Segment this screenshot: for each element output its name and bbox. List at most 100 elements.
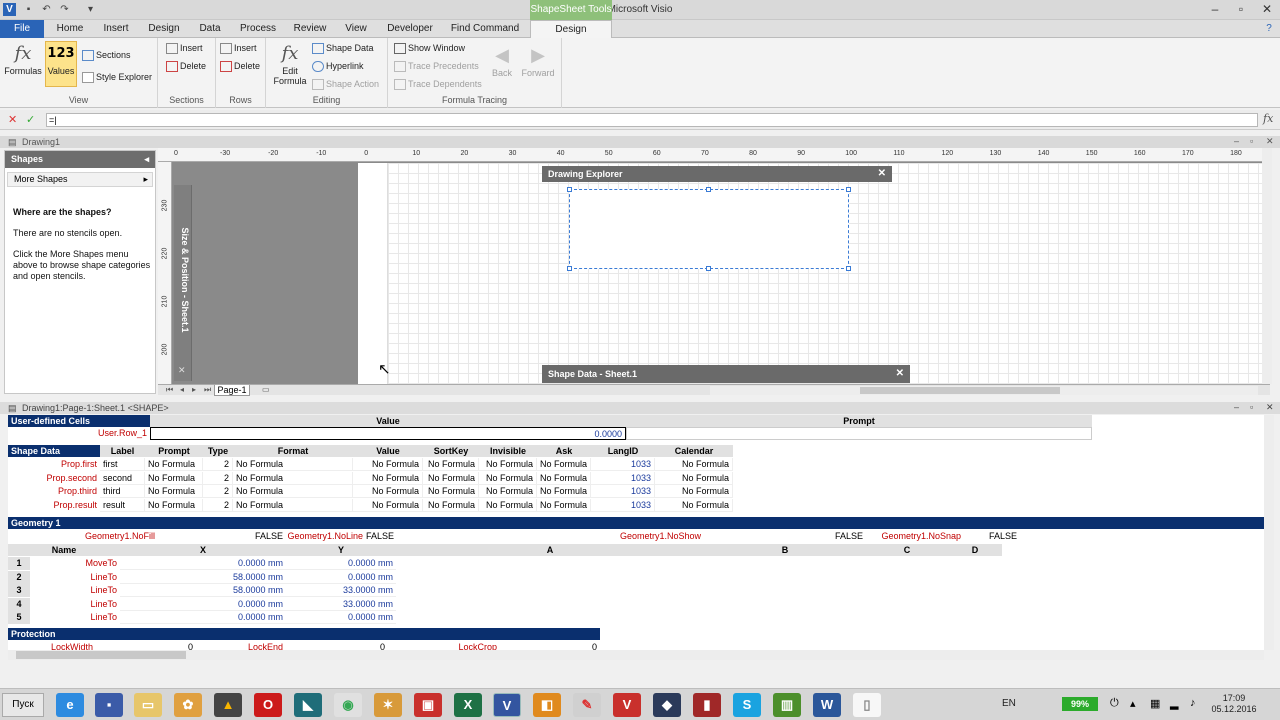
cell-lockend-value[interactable]: 0 [286,641,388,650]
row-name-third[interactable]: Prop.third [8,485,100,498]
row-name-lockcrop[interactable]: LockCrop [388,641,500,650]
fx-icon[interactable]: fx [1263,112,1273,125]
insert-section-button[interactable]: Insert [166,43,203,55]
sheet-horizontal-scrollbar[interactable] [8,650,1264,660]
cell-result-format[interactable]: No Formula [233,498,353,512]
section-geometry-1[interactable]: Geometry 1 [8,517,1264,529]
cell-third-ask[interactable]: No Formula [537,485,591,498]
geometry-row-name[interactable]: LineTo [30,598,120,611]
row-name-lockend[interactable]: LockEnd [196,641,286,650]
power-icon[interactable]: ⏻ [1110,697,1119,710]
page-nav-first-icon[interactable]: ⏮ [166,385,173,395]
cell-nosnap-value[interactable]: FALSE [964,530,1020,543]
tab-file[interactable]: File [0,20,44,38]
cell-noline-value[interactable]: FALSE [366,530,396,543]
insert-page-icon[interactable]: ▭ [262,385,270,394]
delete-row-button[interactable]: Delete [220,61,260,73]
doc-close-icon[interactable]: ✕ [1266,136,1274,147]
volume-icon[interactable]: ♪ [1190,697,1196,709]
cell-third-prompt[interactable]: No Formula [145,485,203,498]
cell-first-calendar[interactable]: No Formula [655,458,733,471]
selection-handle[interactable] [567,187,572,192]
geometry-cell-x[interactable]: 0.0000 mm [120,557,286,570]
sections-button[interactable]: Sections [82,50,131,62]
notepad-icon[interactable]: ▯ [853,693,881,717]
ie-icon[interactable]: e [56,693,84,717]
cell-second-value[interactable]: No Formula [353,471,423,485]
app-icon[interactable]: ◣ [294,693,322,717]
geometry-row-name[interactable]: LineTo [30,571,120,584]
sheet-close-icon[interactable]: ✕ [1266,402,1274,413]
cell-first-type[interactable]: 2 [203,458,233,471]
cell-third-format[interactable]: No Formula [233,485,353,498]
cell-result-type[interactable]: 2 [203,498,233,512]
vertical-scrollbar[interactable] [1262,148,1272,384]
signal-icon[interactable]: ▂ [1170,697,1178,710]
tab-review[interactable]: Review [288,20,332,38]
row-name-lockwidth[interactable]: LockWidth [8,641,96,650]
hyperlink-button[interactable]: Hyperlink [312,61,364,73]
cell-third-type[interactable]: 2 [203,485,233,498]
geometry-cell-y[interactable]: 0.0000 mm [286,611,396,624]
tab-home[interactable]: Home [50,20,90,38]
doc-restore-icon[interactable]: ▫ [1250,136,1253,146]
page-nav-last-icon[interactable]: ⏭ [204,385,211,395]
cell-first-format[interactable]: No Formula [233,458,353,471]
cell-result-langid[interactable]: 1033 [591,498,655,512]
geometry-cell-x[interactable]: 58.0000 mm [120,584,286,597]
cell-second-ask[interactable]: No Formula [537,471,591,485]
cell-third-label[interactable]: third [100,485,145,498]
shapesheet-grid[interactable]: User-defined Cells Value Prompt User.Row… [8,415,1264,650]
cell-user-row-1-value[interactable]: 0.0000 [150,427,626,440]
cell-second-sortkey[interactable]: No Formula [423,471,479,485]
edit-formula-button[interactable]: fx Edit Formula [270,42,310,86]
cell-result-ask[interactable]: No Formula [537,498,591,512]
cell-first-ask[interactable]: No Formula [537,458,591,471]
cell-result-calendar[interactable]: No Formula [655,498,733,512]
cell-third-calendar[interactable]: No Formula [655,485,733,498]
sheet-restore-icon[interactable]: ▫ [1250,402,1253,412]
cell-result-value[interactable]: No Formula [353,498,423,512]
network-icon[interactable]: ▦ [1150,697,1160,710]
selection-handle[interactable] [846,266,851,271]
delete-section-button[interactable]: Delete [166,61,206,73]
scroll-thumb[interactable] [860,387,1060,394]
opera-icon[interactable]: O [254,693,282,717]
style-explorer-checkbox[interactable]: Style Explorer [82,72,152,84]
cell-result-prompt[interactable]: No Formula [145,498,203,512]
cell-first-sortkey[interactable]: No Formula [423,458,479,471]
chrome-icon[interactable]: ◉ [334,693,362,717]
cell-third-invisible[interactable]: No Formula [479,485,537,498]
geometry-cell-y[interactable]: 0.0000 mm [286,570,396,584]
row-name-result[interactable]: Prop.result [8,499,100,512]
geometry-row-name[interactable]: LineTo [30,611,120,624]
sheet-vertical-scrollbar[interactable] [1264,415,1274,650]
cell-first-invisible[interactable]: No Formula [479,458,537,471]
close-icon[interactable]: ✕ [896,365,904,383]
geometry-cell-y[interactable]: 33.0000 mm [286,597,396,611]
cell-result-invisible[interactable]: No Formula [479,498,537,512]
cell-result-label[interactable]: result [100,498,145,512]
values-button[interactable]: 123 Values [45,41,77,87]
close-icon[interactable]: ✕ [178,365,186,376]
close-icon[interactable]: ✕ [878,166,886,182]
tab-process[interactable]: Process [234,20,282,38]
row-name-noshow[interactable]: Geometry1.NoShow [564,530,704,543]
book-icon[interactable]: ▮ [693,693,721,717]
selection-handle[interactable] [846,187,851,192]
minimize-icon[interactable]: – [1202,0,1228,18]
cell-first-prompt[interactable]: No Formula [145,458,203,471]
horizontal-scrollbar[interactable] [710,386,1258,395]
cell-lockcrop-value[interactable]: 0 [500,641,600,650]
geometry-cell-x[interactable]: 58.0000 mm [120,570,286,584]
tab-developer[interactable]: Developer [380,20,440,38]
formula-input[interactable]: =| [46,113,1258,127]
page-nav-next-icon[interactable]: ▸ [192,385,196,394]
cell-third-sortkey[interactable]: No Formula [423,485,479,498]
battery-indicator[interactable]: 99% [1062,697,1098,711]
sheet-minimize-icon[interactable]: – [1234,402,1239,412]
tab-insert[interactable]: Insert [96,20,136,38]
cell-noshow-value[interactable]: FALSE [704,530,866,543]
cell-second-prompt[interactable]: No Formula [145,471,203,485]
visio-icon[interactable]: V [493,693,521,717]
